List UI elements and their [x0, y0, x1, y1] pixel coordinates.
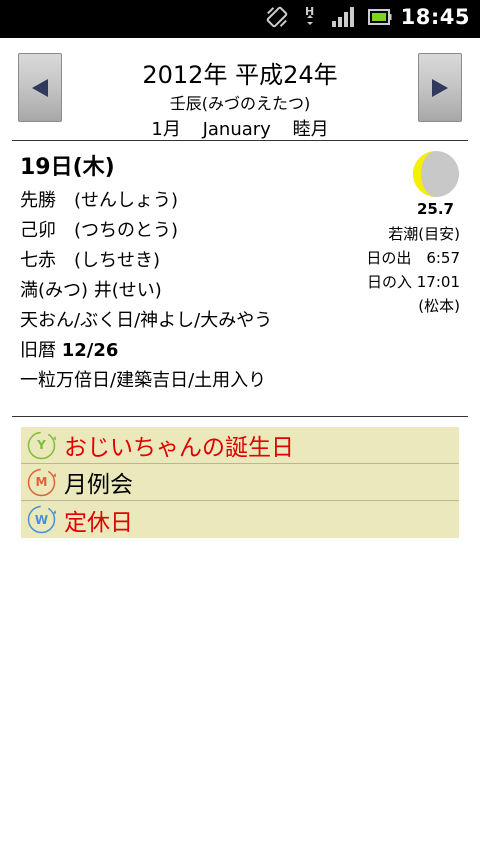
month-japanese: 睦月: [292, 119, 329, 140]
battery-icon: [368, 8, 392, 30]
moon-age: 25.7: [416, 200, 454, 218]
tide: 若潮(目安): [388, 225, 460, 243]
day-title: 19日(木): [20, 155, 115, 180]
event-list: Y おじいちゃんの誕生日 M 月例会 W 定休日: [21, 427, 459, 538]
event-label: 月例会: [64, 472, 133, 498]
arrow-right-icon: [432, 78, 448, 97]
kyureki: 旧暦 12/26: [20, 336, 350, 366]
event-item[interactable]: W 定休日: [21, 501, 459, 538]
monthly-event-icon: M: [26, 467, 57, 498]
kyureki-label: 旧暦: [20, 340, 62, 361]
choku-shuku: 満(みつ) 井(せい): [20, 280, 162, 301]
event-label: 定休日: [64, 509, 133, 536]
moon-phase-icon: [412, 150, 460, 202]
kichijitsu: 天おん/ぶく日/神よし/大みやう: [20, 310, 273, 331]
event-label: おじいちゃんの誕生日: [64, 435, 294, 461]
month-title: 1月 January 睦月: [0, 115, 480, 141]
sunset: 日の入 17:01: [367, 273, 460, 291]
rokuyo: 先勝 (せんしょう): [20, 190, 179, 211]
year-kanshi: 壬辰(みづのえたつ): [169, 94, 311, 113]
moon-info: 25.7 若潮(目安) 日の出 6:57 日の入 17:01 (松本): [340, 150, 460, 330]
header-divider: [12, 140, 468, 141]
vibrate-icon: [264, 4, 290, 34]
signal-strength-icon: [332, 6, 356, 32]
year-title: 2012年 平成24年: [142, 61, 338, 89]
sunrise: 日の出 6:57: [366, 249, 460, 267]
event-badge-letter: W: [34, 512, 49, 527]
status-icons: H: [264, 4, 392, 34]
month-english: January: [202, 119, 271, 140]
hspa-data-icon: H: [302, 4, 320, 34]
kyureki-value: 12/26: [61, 340, 119, 361]
special-days: 一粒万倍日/建築吉日/土用入り: [20, 370, 267, 391]
event-item[interactable]: M 月例会: [21, 464, 459, 501]
yearly-event-icon: Y: [26, 430, 57, 461]
details-divider: [12, 416, 468, 417]
calendar-header: 2012年 平成24年 壬辰(みづのえたつ) 1月 January 睦月: [0, 38, 480, 142]
eto: 己卯 (つちのとう): [20, 220, 179, 241]
event-badge-letter: M: [35, 475, 48, 489]
event-badge-letter: Y: [37, 438, 46, 452]
weekly-event-icon: W: [26, 504, 57, 535]
status-clock: 18:45: [400, 5, 470, 29]
event-item[interactable]: Y おじいちゃんの誕生日: [21, 427, 459, 464]
status-bar: H 18:45: [0, 0, 480, 38]
location: (松本): [418, 297, 460, 315]
kyusei: 七赤 (しちせき): [20, 250, 161, 271]
next-day-button[interactable]: [418, 53, 462, 122]
day-details: 19日(木) 先勝 (せんしょう) 己卯 (つちのとう) 七赤 (しちせき) 満…: [20, 152, 350, 396]
month-number: 1月: [151, 119, 181, 140]
